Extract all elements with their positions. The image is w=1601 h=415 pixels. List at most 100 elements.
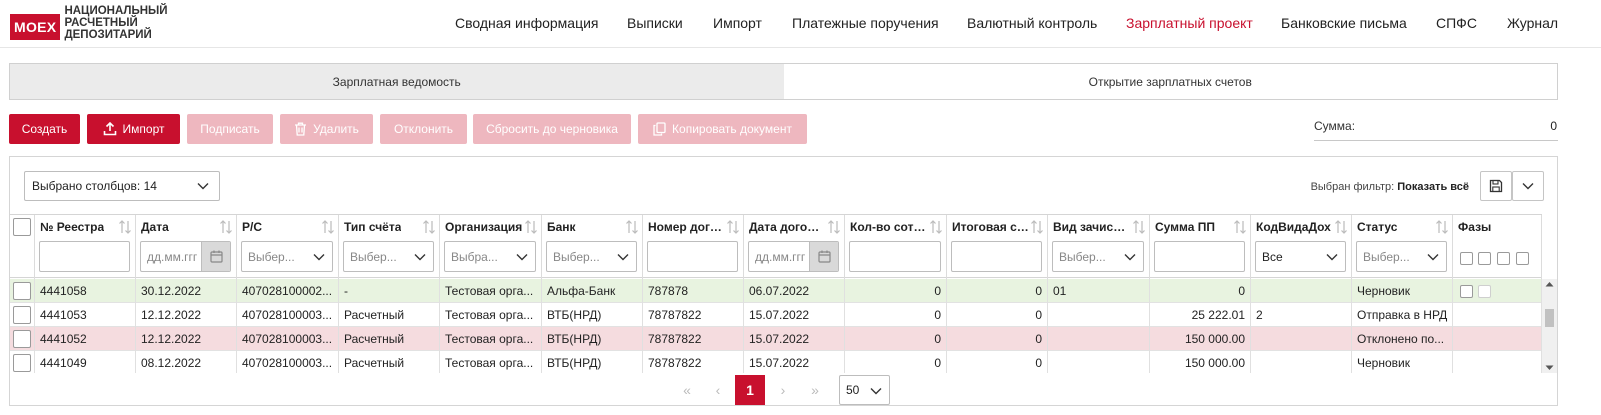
row-checkbox[interactable]	[13, 306, 31, 324]
sort-icon[interactable]	[524, 219, 538, 235]
filter-account-select[interactable]: Выбер...	[241, 241, 333, 272]
vertical-scrollbar[interactable]	[1542, 279, 1557, 373]
reject-button[interactable]: Отклонить	[380, 114, 467, 144]
filter-contract-date-input[interactable]: дд.мм.ггг	[748, 241, 839, 272]
sort-icon[interactable]	[1233, 219, 1247, 235]
reset-draft-button[interactable]: Сбросить до черновика	[473, 114, 631, 144]
filter-date-input[interactable]: дд.мм.ггг	[140, 241, 231, 272]
nav-payment-orders[interactable]: Платежные поручения	[792, 15, 939, 31]
nav-bank-letters[interactable]: Банковские письма	[1281, 15, 1407, 31]
column-header-date[interactable]: Дата	[141, 220, 169, 234]
table-row[interactable]: 4441053 12.12.2022 407028100003... Расчетны…	[10, 303, 1542, 327]
phase-filter-checkbox-2[interactable]	[1478, 252, 1491, 265]
phase-filter-checkbox-1[interactable]	[1460, 252, 1473, 265]
column-header-credit-type[interactable]: Вид зачислен...	[1053, 220, 1131, 234]
filter-menu-button[interactable]	[1512, 171, 1544, 201]
current-page[interactable]: 1	[735, 375, 765, 405]
column-header-account[interactable]: Р/С	[242, 220, 262, 234]
column-header-bank[interactable]: Банк	[547, 220, 576, 234]
phase-filter-checkbox-4[interactable]	[1516, 252, 1529, 265]
column-header-employee-count[interactable]: Кол-во сотру...	[850, 220, 928, 234]
sign-button[interactable]: Подписать	[187, 114, 273, 144]
chevron-down-icon	[1427, 254, 1439, 261]
chevron-down-icon	[617, 254, 629, 261]
filter-organization-select[interactable]: Выбра...	[444, 241, 536, 272]
cell-phases	[1453, 303, 1542, 327]
column-header-payment-sum[interactable]: Сумма ПП	[1155, 220, 1215, 234]
phase-checkbox[interactable]	[1460, 285, 1473, 298]
sort-icon[interactable]	[1435, 219, 1449, 235]
filter-credit-type-select[interactable]: Выбер...	[1052, 241, 1144, 272]
nav-statements[interactable]: Выписки	[627, 15, 683, 31]
phase-filter-checkbox-3[interactable]	[1497, 252, 1510, 265]
calendar-button[interactable]	[809, 242, 838, 271]
column-header-contract-number[interactable]: Номер догов...	[648, 220, 725, 234]
row-checkbox[interactable]	[13, 282, 31, 300]
table-row[interactable]: 4441049 08.12.2022 407028100003... Расчетны…	[10, 351, 1542, 373]
sort-icon[interactable]	[929, 219, 943, 235]
delete-button[interactable]: Удалить	[280, 114, 373, 144]
import-button[interactable]: Импорт	[87, 114, 180, 144]
select-all-checkbox[interactable]	[13, 218, 31, 236]
column-header-income-code[interactable]: КодВидаДох	[1256, 220, 1331, 234]
page-size-select[interactable]: 50	[839, 375, 890, 405]
sort-icon[interactable]	[219, 219, 233, 235]
filter-account-type-select[interactable]: Выбер...	[343, 241, 434, 272]
row-checkbox[interactable]	[13, 354, 31, 372]
filter-registry-number-input[interactable]	[39, 241, 130, 272]
filter-employee-count-input[interactable]	[849, 241, 941, 272]
nav-currency-control[interactable]: Валютный контроль	[967, 15, 1097, 31]
nav-salary-project[interactable]: Зарплатный проект	[1126, 15, 1253, 31]
column-header-phases[interactable]: Фазы	[1458, 220, 1491, 234]
filter-bank-select[interactable]: Выбер...	[546, 241, 637, 272]
save-filter-button[interactable]	[1480, 171, 1512, 201]
phase-checkbox[interactable]	[1478, 285, 1491, 298]
last-page-button[interactable]: »	[800, 375, 830, 405]
calendar-button[interactable]	[201, 242, 230, 271]
scroll-up-icon[interactable]	[1545, 281, 1554, 287]
column-payment-sum: Сумма ПП	[1150, 215, 1251, 279]
copy-document-button[interactable]: Копировать документ	[638, 114, 807, 144]
nav-summary[interactable]: Сводная информация	[455, 15, 599, 31]
cell-credit-type	[1048, 303, 1150, 327]
grid-panel: Выбрано столбцов: 14 Выбран фильтр: Пока…	[9, 156, 1558, 406]
filter-status-select[interactable]: Выбер...	[1356, 241, 1447, 272]
scroll-thumb[interactable]	[1545, 309, 1554, 327]
prev-page-button[interactable]: ‹	[703, 375, 733, 405]
table-row[interactable]: 4441052 12.12.2022 407028100003... Расчетны…	[10, 327, 1542, 351]
create-button[interactable]: Создать	[9, 114, 80, 144]
scroll-down-icon[interactable]	[1545, 365, 1554, 371]
sort-icon[interactable]	[1334, 219, 1348, 235]
column-header-contract-date[interactable]: Дата договора	[749, 220, 826, 234]
sort-icon[interactable]	[118, 219, 132, 235]
column-header-account-type[interactable]: Тип счёта	[344, 220, 401, 234]
column-header-registry-number[interactable]: № Реестра	[40, 220, 104, 234]
table-row[interactable]: 4441058 30.12.2022 407028100002... - Тестова…	[10, 279, 1542, 303]
cell-total-sum: 0	[947, 279, 1048, 303]
sort-icon[interactable]	[625, 219, 639, 235]
tab-salary-statement[interactable]: Зарплатная ведомость	[10, 64, 784, 99]
tab-open-salary-accounts[interactable]: Открытие зарплатных счетов	[784, 64, 1558, 99]
filter-value[interactable]: Показать всё	[1397, 181, 1469, 193]
columns-select[interactable]: Выбрано столбцов: 14	[24, 171, 220, 201]
nav-spfs[interactable]: СПФС	[1436, 15, 1477, 31]
nav-journal[interactable]: Журнал	[1507, 15, 1558, 31]
filter-income-code-select[interactable]: Все	[1255, 241, 1346, 272]
nav-import[interactable]: Импорт	[713, 15, 762, 31]
next-page-button[interactable]: ›	[768, 375, 798, 405]
filter-total-sum-input[interactable]	[951, 241, 1042, 272]
sort-icon[interactable]	[827, 219, 841, 235]
filter-payment-sum-input[interactable]	[1154, 241, 1245, 272]
row-checkbox[interactable]	[13, 330, 31, 348]
sort-icon[interactable]	[321, 219, 335, 235]
column-header-organization[interactable]: Организация	[445, 220, 522, 234]
column-header-status[interactable]: Статус	[1357, 220, 1397, 234]
filter-contract-number-input[interactable]	[647, 241, 738, 272]
cell-contract-date: 15.07.2022	[744, 351, 845, 373]
column-header-total-sum[interactable]: Итоговая сум...	[952, 220, 1029, 234]
sort-icon[interactable]	[1030, 219, 1044, 235]
sort-icon[interactable]	[1132, 219, 1146, 235]
sort-icon[interactable]	[422, 219, 436, 235]
first-page-button[interactable]: «	[672, 375, 702, 405]
sort-icon[interactable]	[726, 219, 740, 235]
